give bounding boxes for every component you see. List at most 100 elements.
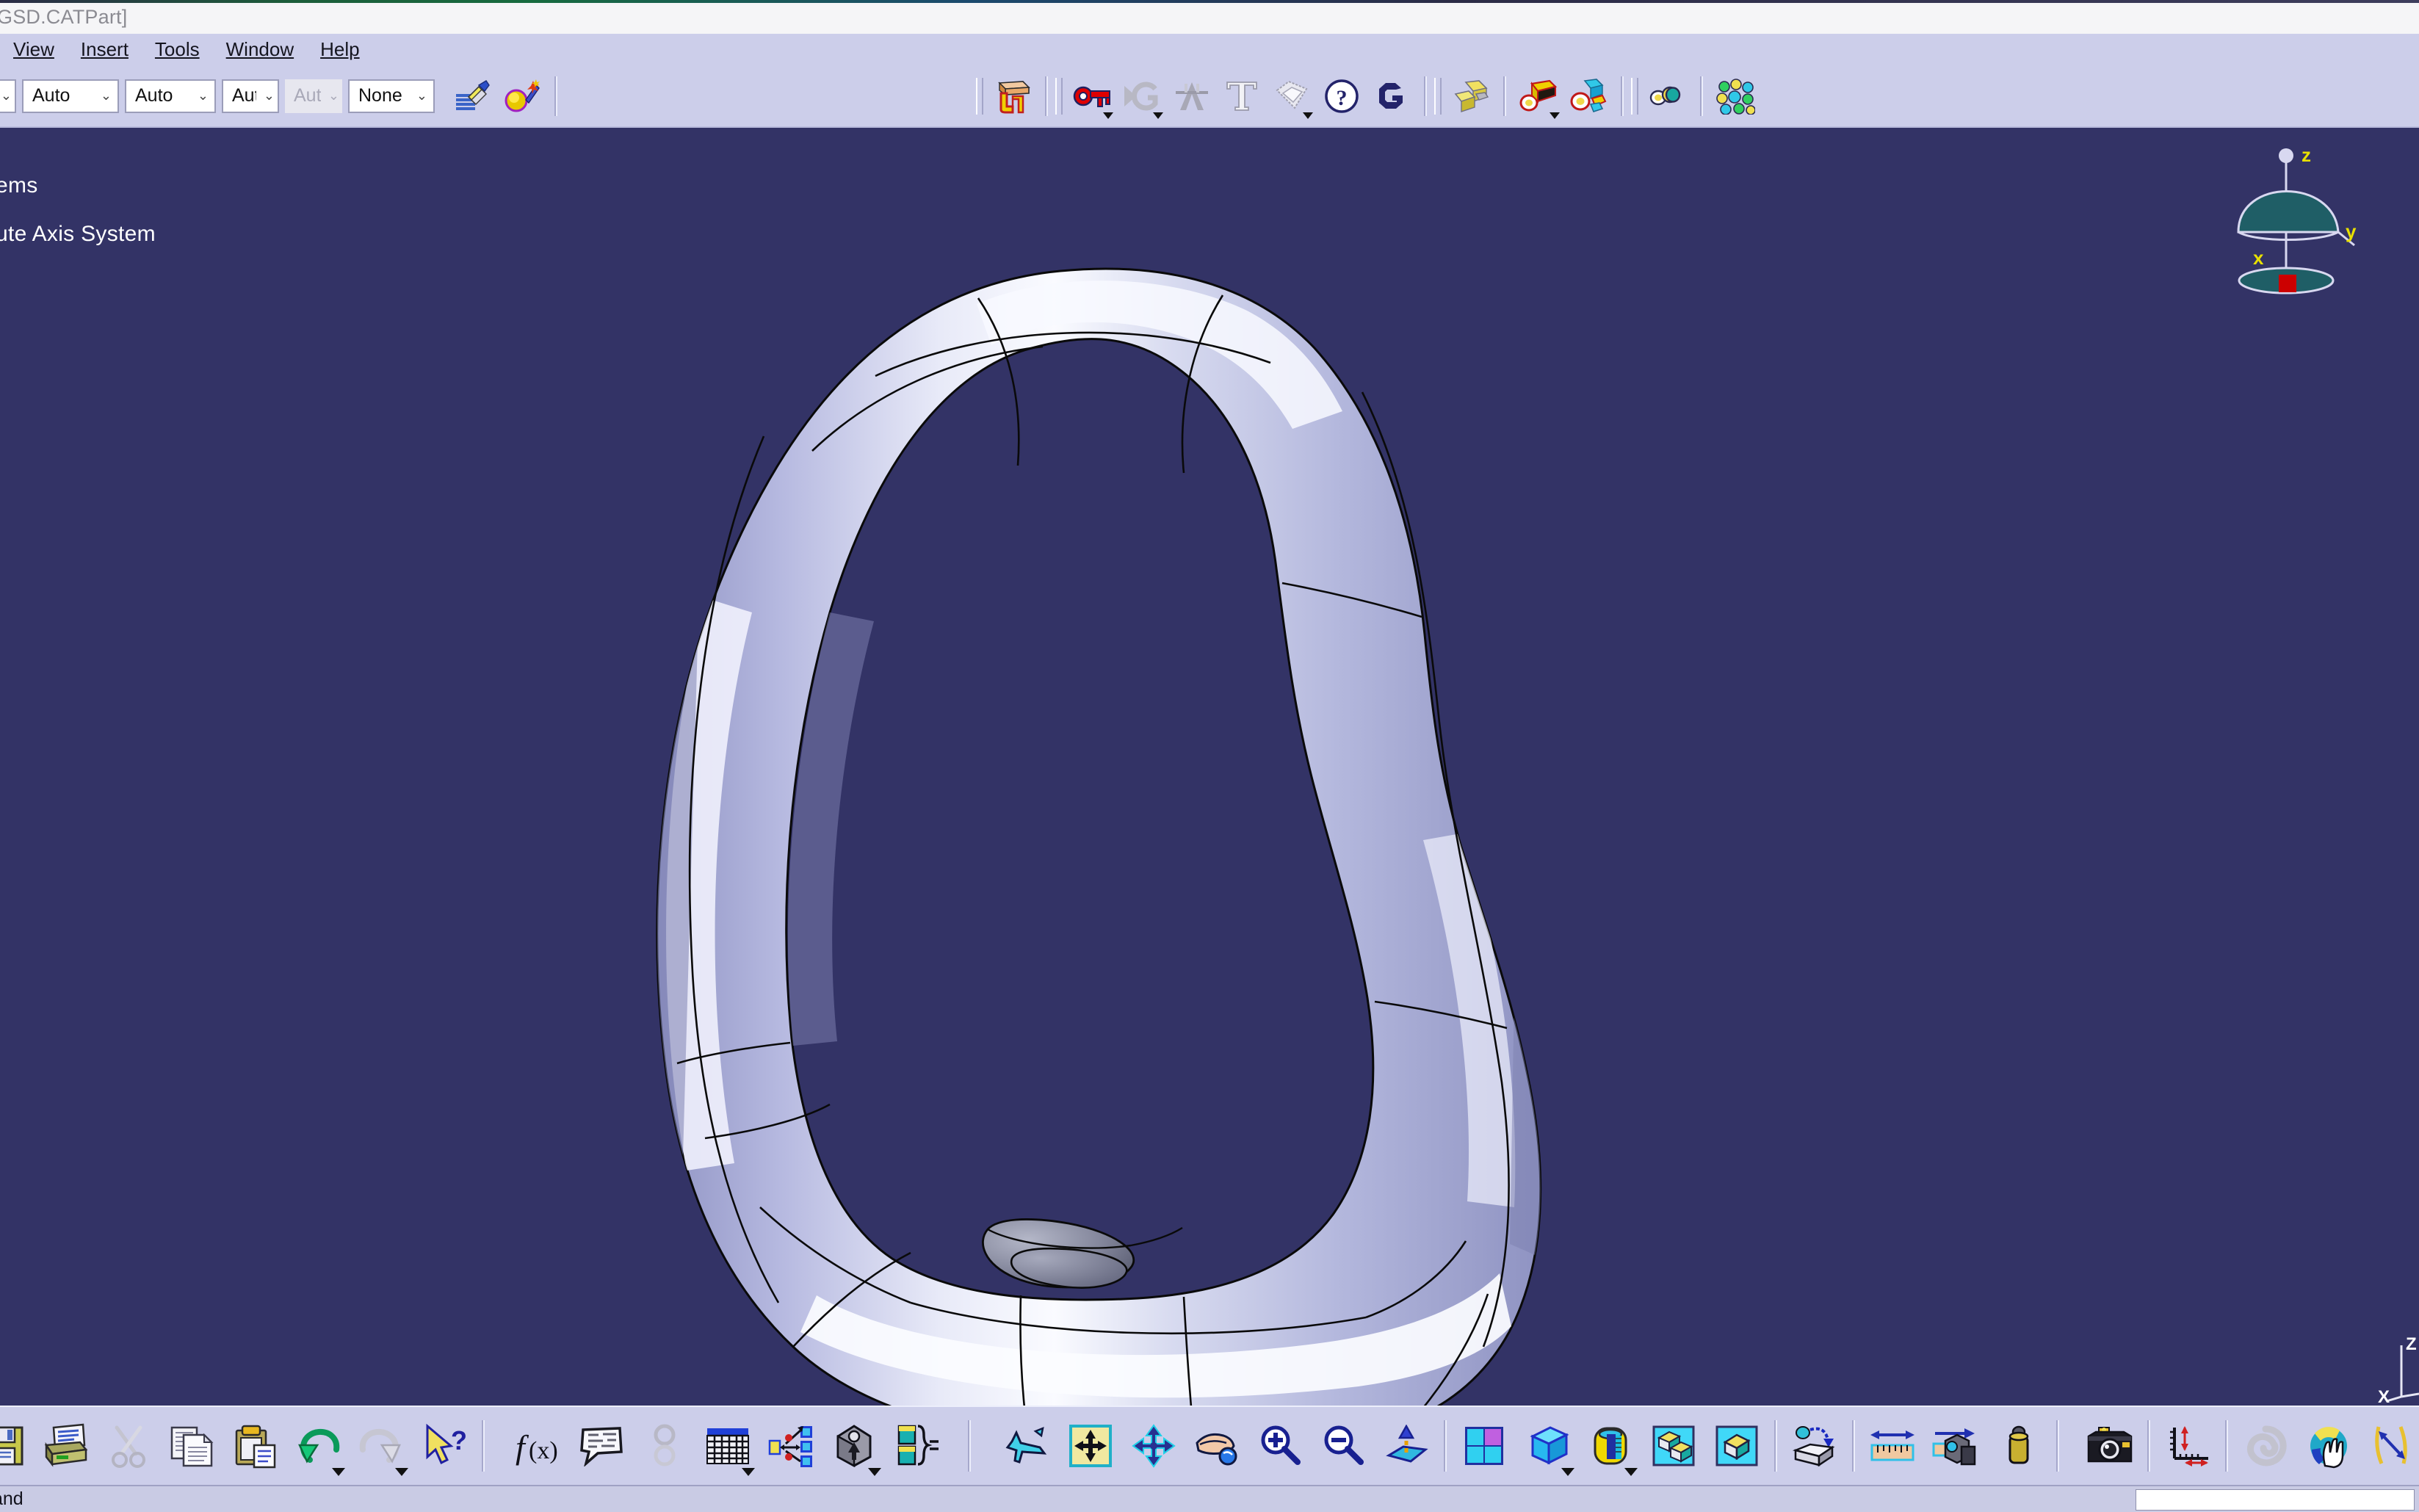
menu-item-window[interactable]: Window [213, 34, 307, 65]
cad-model-render[interactable] [0, 128, 2419, 1406]
linetype-value: Auto [135, 85, 173, 106]
menu-item-insert[interactable]: Insert [68, 34, 142, 65]
whats-this-cursor-icon[interactable]: ? [413, 1414, 476, 1477]
chevron-down-icon [1103, 112, 1113, 119]
measure-inertia-icon[interactable] [1987, 1414, 2050, 1477]
comment-bubble-icon[interactable] [570, 1414, 633, 1477]
compass-y-label: y [2346, 220, 2357, 242]
window-accent-line [0, 0, 2419, 3]
toolbar-grip[interactable] [976, 77, 983, 115]
cut-scissors-icon[interactable] [97, 1414, 160, 1477]
dmu-teal-icon[interactable] [1645, 73, 1691, 119]
toolbar-separator [2147, 1420, 2150, 1472]
structure-icon[interactable] [1169, 73, 1215, 119]
swap-visible-icon[interactable] [1705, 1414, 1768, 1477]
analysis-green-icon[interactable] [1713, 73, 1758, 119]
toolbar-separator [1444, 1420, 1447, 1472]
svg-text:(x): (x) [529, 1437, 558, 1464]
toolbar-grip[interactable] [1434, 77, 1442, 115]
render-style-combo[interactable]: Auto ⌄ [22, 79, 119, 113]
save-icon[interactable] [0, 1414, 34, 1477]
highlight-magic-icon[interactable] [499, 73, 545, 119]
material-cylinder-icon[interactable] [1579, 1414, 1642, 1477]
fit-all-in-icon[interactable] [1059, 1414, 1122, 1477]
key-publication-icon[interactable] [1069, 73, 1115, 119]
layer-combo[interactable]: None ⌄ [348, 79, 435, 113]
normal-view-icon[interactable] [1375, 1414, 1438, 1477]
viewport-compass[interactable]: z x y [2209, 135, 2363, 304]
menu-label-view: View [13, 38, 54, 60]
play-g-icon[interactable] [1119, 73, 1165, 119]
design-table-icon[interactable] [696, 1414, 759, 1477]
paste-icon[interactable] [223, 1414, 286, 1477]
relations-icon[interactable] [759, 1414, 822, 1477]
status-message: and [0, 1489, 23, 1509]
rotate-icon[interactable] [1185, 1414, 1248, 1477]
text-tool-icon[interactable] [1219, 73, 1265, 119]
status-bar: and [0, 1485, 2419, 1512]
thickness-combo[interactable]: Auto ⌄ [222, 79, 279, 113]
toolbar-grip[interactable] [1055, 77, 1063, 115]
surface-blue-icon[interactable] [1566, 73, 1611, 119]
zoom-in-icon[interactable] [1248, 1414, 1312, 1477]
sectioning-icon[interactable] [2156, 1414, 2219, 1477]
window-title: GSD.CATPart] [0, 5, 128, 28]
undo-icon[interactable] [286, 1414, 350, 1477]
copy-icon[interactable] [160, 1414, 223, 1477]
formula-fx-icon[interactable]: f (x) [507, 1414, 570, 1477]
chevron-down-icon [1624, 1468, 1638, 1476]
zoom-out-icon[interactable] [1312, 1414, 1375, 1477]
axis-z-label: Z [2406, 1334, 2417, 1354]
chevron-down-icon [868, 1468, 881, 1476]
menu-label-tools: Tools [154, 38, 200, 60]
measure-between-icon[interactable] [1861, 1414, 1924, 1477]
measure-item-icon[interactable] [1924, 1414, 1987, 1477]
print-icon[interactable] [34, 1414, 97, 1477]
shading-cube-icon[interactable] [1516, 1414, 1579, 1477]
menu-label-insert: Insert [80, 38, 129, 60]
equations-icon[interactable] [886, 1414, 949, 1477]
viewport-axis-indicator: Z X [2378, 1334, 2419, 1406]
lock-parameter-icon[interactable] [822, 1414, 886, 1477]
g-logo-icon[interactable] [1369, 73, 1414, 119]
assembly-yellow-icon[interactable] [1448, 73, 1494, 119]
menu-bar: View Insert Tools Window Help [0, 34, 2419, 65]
toolbar-separator [1424, 76, 1427, 116]
spiral-gray-icon[interactable] [2234, 1414, 2297, 1477]
toolbar-separator [1852, 1420, 1855, 1472]
layer-value: None [358, 85, 402, 106]
layer-filter-combo[interactable]: ⌄ [0, 79, 16, 113]
help-question-icon[interactable]: ? [1319, 73, 1364, 119]
chevron-down-icon [1561, 1468, 1574, 1476]
toolbar-separator [554, 76, 557, 116]
fly-mode-icon[interactable] [996, 1414, 1059, 1477]
status-input-field[interactable] [2136, 1489, 2415, 1511]
title-bar: GSD.CATPart] [0, 0, 2419, 34]
bend-surface-icon[interactable] [990, 73, 1035, 119]
menu-item-view[interactable]: View [0, 34, 68, 65]
hide-show-icon[interactable] [1642, 1414, 1705, 1477]
thickness-value: Auto [232, 85, 256, 106]
painter-brush-icon[interactable] [449, 73, 495, 119]
constraint-icon[interactable] [633, 1414, 696, 1477]
hand-scene-icon[interactable] [2297, 1414, 2360, 1477]
compass-x-label: x [2253, 247, 2264, 269]
menu-label-help: Help [320, 38, 360, 60]
axis-x-label: X [2378, 1387, 2390, 1406]
menu-item-tools[interactable]: Tools [142, 34, 213, 65]
distance-analysis-icon[interactable] [2360, 1414, 2419, 1477]
pan-icon[interactable] [1122, 1414, 1185, 1477]
redo-icon[interactable] [350, 1414, 413, 1477]
toolbar-grip[interactable] [1631, 77, 1638, 115]
linetype-combo[interactable]: Auto ⌄ [125, 79, 216, 113]
part-red-icon[interactable] [1516, 73, 1561, 119]
camera-capture-icon[interactable] [2078, 1414, 2141, 1477]
menu-item-help[interactable]: Help [307, 34, 372, 65]
3d-viewport[interactable]: ems ute Axis System z x y Z X [0, 128, 2419, 1406]
chevron-down-icon: ⌄ [0, 88, 12, 103]
chevron-down-icon: ⌄ [263, 88, 275, 103]
chevron-down-icon: ⌄ [416, 88, 427, 103]
multi-view-icon[interactable] [1453, 1414, 1516, 1477]
annotation-icon[interactable] [1269, 73, 1315, 119]
apply-material-icon[interactable] [1783, 1414, 1846, 1477]
